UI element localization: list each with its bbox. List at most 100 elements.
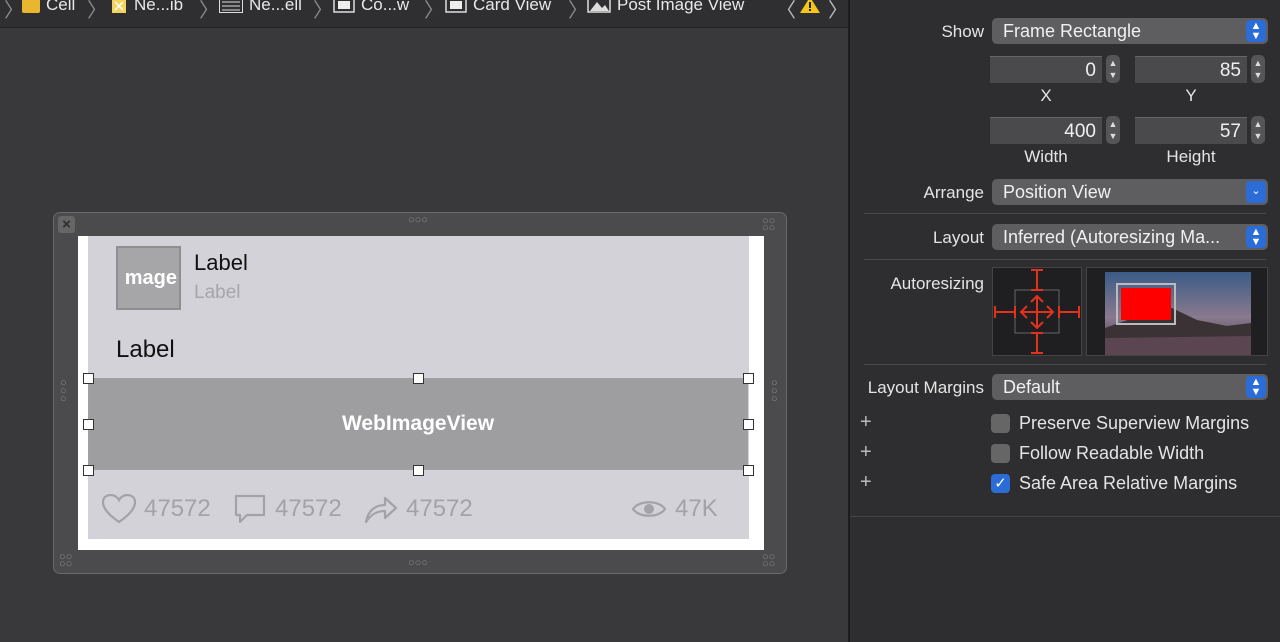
arrange-popup-value: Position View	[1003, 182, 1111, 202]
breadcrumb-label: Cell	[46, 0, 76, 14]
autoresizing-struts-icon	[994, 269, 1080, 354]
arrange-label: Arrange	[923, 183, 984, 202]
likes-stat[interactable]: 47572	[102, 494, 211, 524]
resize-grip-top-icon[interactable]: ○○○	[408, 214, 428, 226]
width-field[interactable]: 400	[990, 117, 1102, 144]
follow-readable-width-checkbox[interactable]	[991, 444, 1010, 463]
breadcrumb-label: Co...w	[361, 0, 410, 14]
x-field[interactable]: 0	[990, 56, 1102, 83]
selection-handle[interactable]	[743, 419, 754, 430]
chevron-updown-icon: ▲ ▼	[1246, 226, 1266, 248]
breadcrumb-item-cell[interactable]: Cell	[22, 0, 75, 15]
breadcrumb-separator: 〉	[568, 0, 588, 22]
breadcrumb-item-content-view[interactable]: Co...w	[333, 0, 409, 15]
breadcrumb-label: Post Image View	[617, 0, 745, 14]
show-popup[interactable]: Frame Rectangle ▲ ▼	[992, 18, 1268, 44]
divider	[850, 516, 1280, 517]
preserve-superview-margins-checkbox[interactable]	[991, 414, 1010, 433]
title-label[interactable]: Label	[194, 250, 248, 276]
y-field[interactable]: 85	[1135, 56, 1247, 83]
autoresizing-mask-editor[interactable]	[992, 267, 1082, 356]
resize-grip-corner-icon[interactable]: ○○ ○○	[59, 552, 72, 570]
breadcrumb-label: Ne...ell	[249, 0, 302, 14]
next-issue-button[interactable]: 〉	[828, 0, 848, 23]
subtitle-label[interactable]: Label	[194, 282, 241, 304]
warning-icon[interactable]	[800, 0, 820, 13]
breadcrumb-item-card-view[interactable]: Card View	[445, 0, 551, 15]
table-view-cell[interactable]: mage Label Label Label WebImageView 4757…	[78, 236, 764, 550]
breadcrumb-item-post-image-view[interactable]: Post Image View	[587, 0, 744, 15]
width-label: Width	[1024, 147, 1068, 166]
selection-handle[interactable]	[413, 465, 424, 476]
add-variation-button[interactable]: +	[860, 411, 872, 434]
add-variation-button[interactable]: +	[860, 441, 872, 464]
close-scene-button[interactable]: ×	[58, 216, 75, 233]
avatar-image-view[interactable]: mage	[116, 246, 181, 310]
selection-handle[interactable]	[83, 465, 94, 476]
chevron-down-icon: ⌄	[1246, 181, 1266, 203]
resize-grip-corner-icon[interactable]: ○○ ○○	[762, 216, 775, 234]
selection-handle[interactable]	[83, 373, 94, 384]
card-view[interactable]: mage Label Label Label WebImageView 4757…	[83, 236, 754, 539]
comment-bubble-icon	[234, 494, 266, 524]
layout-label: Layout	[932, 228, 984, 247]
breadcrumb-label: Ne...ib	[134, 0, 184, 14]
view-icon	[333, 0, 355, 13]
views-stat[interactable]: 47K	[631, 494, 718, 524]
post-image-view[interactable]: WebImageView	[88, 378, 748, 470]
layout-margins-popup[interactable]: Default ▲ ▼	[992, 374, 1268, 400]
arrange-popup[interactable]: Position View ⌄	[992, 179, 1268, 205]
layout-popup[interactable]: Inferred (Autoresizing Ma... ▲ ▼	[992, 224, 1268, 250]
breadcrumb-separator: 〉	[199, 0, 219, 22]
heart-icon	[102, 494, 136, 524]
chevron-updown-icon: ▲ ▼	[1246, 376, 1266, 398]
shares-count: 47572	[406, 495, 473, 522]
resize-grip-right-icon[interactable]: ○ ○ ○	[771, 378, 781, 405]
shares-stat[interactable]: 47572	[364, 494, 473, 524]
safe-area-relative-margins-label: Safe Area Relative Margins	[1019, 473, 1238, 493]
selection-handle[interactable]	[743, 373, 754, 384]
height-field[interactable]: 57	[1135, 117, 1247, 144]
chevron-updown-icon: ▲ ▼	[1246, 20, 1266, 42]
selection-handle[interactable]	[413, 373, 424, 384]
resize-grip-corner-icon[interactable]: ○○ ○○	[762, 552, 775, 570]
width-stepper[interactable]: ▲ ▼	[1106, 116, 1120, 144]
body-label[interactable]: Label	[116, 336, 175, 364]
eye-icon	[631, 501, 667, 517]
x-stepper[interactable]: ▲ ▼	[1106, 55, 1120, 83]
breadcrumb-separator: 〉	[424, 0, 444, 22]
add-variation-button[interactable]: +	[860, 471, 872, 494]
layout-margins-popup-value: Default	[1003, 377, 1061, 397]
resize-grip-bottom-icon[interactable]: ○○○	[408, 557, 428, 569]
breadcrumb-item-table-cell[interactable]: Ne...ell	[219, 0, 302, 15]
folder-icon	[22, 0, 40, 13]
layout-popup-value: Inferred (Autoresizing Ma...	[1003, 227, 1221, 247]
image-view-icon	[587, 0, 611, 13]
likes-count: 47572	[144, 495, 211, 522]
layout-margins-label: Layout Margins	[867, 378, 984, 397]
comments-count: 47572	[275, 495, 342, 522]
divider	[864, 213, 1266, 214]
show-popup-value: Frame Rectangle	[1003, 21, 1142, 41]
comments-stat[interactable]: 47572	[233, 494, 342, 524]
breadcrumb-separator: 〉	[4, 0, 24, 22]
breadcrumb-item-xib[interactable]: Ne...ib	[110, 0, 183, 15]
xib-scene-frame[interactable]: × ○○○ ○○○ ○ ○ ○ ○ ○ ○ ○○ ○○ ○○ ○○ ○○ ○○ mage La…	[53, 212, 787, 574]
autoresizing-label: Autoresizing	[890, 274, 984, 293]
views-count: 47K	[675, 495, 718, 522]
breadcrumb-separator: 〉	[313, 0, 333, 22]
webimage-placeholder-label: WebImageView	[341, 412, 495, 435]
y-label: Y	[1185, 86, 1197, 105]
resize-grip-left-icon[interactable]: ○ ○ ○	[60, 378, 70, 405]
y-stepper[interactable]: ▲ ▼	[1251, 55, 1265, 83]
height-stepper[interactable]: ▲ ▼	[1251, 116, 1265, 144]
interface-builder-canvas[interactable]: 〉 Cell 〉 Ne...ib 〉 Ne...ell 〉 Co...w 〉 C…	[0, 0, 848, 642]
selection-handle[interactable]	[743, 465, 754, 476]
divider	[864, 364, 1266, 365]
selection-handle[interactable]	[83, 419, 94, 430]
previous-issue-button[interactable]: 〈	[776, 0, 796, 23]
share-arrow-icon	[364, 496, 398, 524]
breadcrumb-separator: 〉	[87, 0, 107, 22]
divider	[864, 259, 1266, 260]
safe-area-relative-margins-checkbox[interactable]: ✓	[991, 474, 1010, 493]
